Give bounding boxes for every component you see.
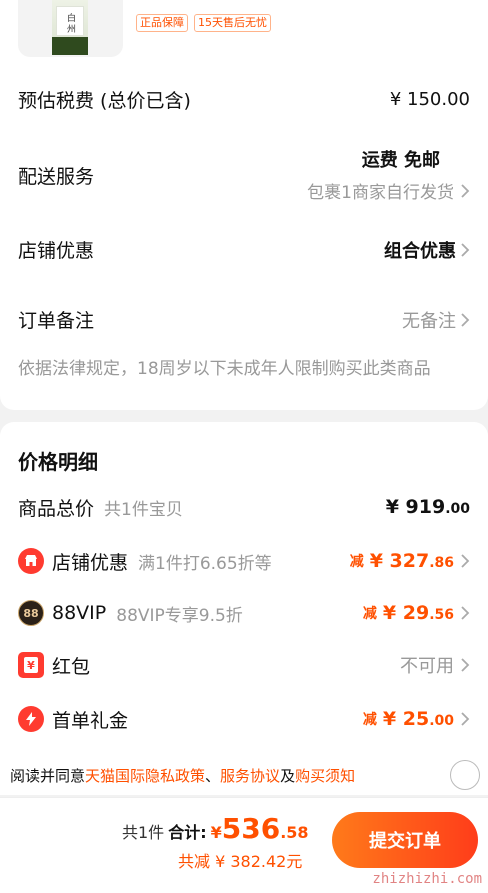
price-detail-title: 价格明细 <box>18 450 98 474</box>
shipping-fee: 运费 免邮 <box>361 150 440 171</box>
price-detail-card: 价格明细 商品总价 共1件宝贝 ¥ 919.00 店铺优惠 满1件打6.65折等… <box>0 422 488 762</box>
tag-authentic: 正品保障 <box>136 14 188 32</box>
store-discount-detail-row[interactable]: 店铺优惠 满1件打6.65折等 减 ¥ 327.86 <box>18 546 470 576</box>
submit-order-button[interactable]: 提交订单 <box>332 812 478 868</box>
first-order-gift-amount: ¥ 25.00 <box>382 708 454 730</box>
tax-value: ¥ 150.00 <box>389 89 470 110</box>
store-icon <box>18 548 44 574</box>
item-count: 共1件 <box>122 823 165 842</box>
lightning-icon <box>18 706 44 732</box>
hongbao-row[interactable]: ¥ 红包 不可用 <box>18 650 470 680</box>
privacy-policy-link[interactable]: 天猫国际隐私政策 <box>85 765 205 786</box>
store-discount-detail-label: 店铺优惠 <box>52 551 129 574</box>
goods-total-amount: ¥ 919.00 <box>385 496 470 518</box>
total-line: 共1件 合计: ¥536.58 <box>122 812 309 845</box>
bottle-image: 白州 <box>52 0 88 55</box>
chevron-right-icon <box>460 710 470 728</box>
total-amount: ¥536.58 <box>210 812 309 845</box>
goods-total-row: 商品总价 共1件宝贝 ¥ 919.00 <box>18 492 470 522</box>
agree-checkbox[interactable] <box>450 760 480 790</box>
remark-label: 订单备注 <box>18 310 95 332</box>
store-discount-amount: ¥ 327.86 <box>369 550 454 572</box>
hongbao-value: 不可用 <box>400 656 454 677</box>
chevron-right-icon <box>460 311 470 329</box>
chevron-right-icon <box>460 604 470 622</box>
order-info-card: 白州 正品保障 15天售后无忧 预估税费 (总价已含) ¥ 150.00 配送服… <box>0 0 488 410</box>
agreement-bar: 阅读并同意 天猫国际隐私政策、服务协议及购买须知 <box>0 755 488 795</box>
tax-row: 预估税费 (总价已含) ¥ 150.00 <box>18 86 470 113</box>
vip-discount-sub: 88VIP专享9.5折 <box>116 605 243 626</box>
vip-discount-label: 88VIP <box>52 602 107 624</box>
bottle-label-text: 白州 <box>67 14 77 35</box>
tag-after-sale: 15天售后无忧 <box>194 14 271 32</box>
store-discount-detail-sub: 满1件打6.65折等 <box>138 553 272 574</box>
goods-total-sub: 共1件宝贝 <box>104 499 183 520</box>
service-agreement-link[interactable]: 服务协议 <box>220 765 280 786</box>
total-label: 合计: <box>168 823 207 842</box>
store-discount-label: 店铺优惠 <box>18 240 95 262</box>
chevron-right-icon <box>460 552 470 570</box>
shipping-sub: 包裹1商家自行发货 <box>307 183 454 203</box>
goods-total-label: 商品总价 <box>18 497 95 520</box>
first-order-gift-row[interactable]: 首单礼金 减 ¥ 25.00 <box>18 704 470 734</box>
hongbao-icon: ¥ <box>18 652 44 678</box>
checkout-footer: 共1件 合计: ¥536.58 共减 ¥ 382.42元 提交订单 zhizhi… <box>0 797 488 893</box>
product-thumbnail[interactable]: 白州 <box>18 0 123 57</box>
chevron-right-icon <box>460 182 470 200</box>
chevron-right-icon <box>460 656 470 674</box>
store-discount-row[interactable]: 店铺优惠 组合优惠 <box>18 236 470 263</box>
remark-value: 无备注 <box>402 310 456 332</box>
remark-row[interactable]: 订单备注 无备注 <box>18 306 470 333</box>
vip-88-icon: 88 <box>18 600 44 626</box>
vip-discount-amount: ¥ 29.56 <box>382 602 454 624</box>
hongbao-label: 红包 <box>52 655 91 678</box>
purchase-notice-link[interactable]: 购买须知 <box>295 765 355 786</box>
chevron-right-icon <box>460 241 470 259</box>
total-saved: 共减 ¥ 382.42元 <box>178 852 303 871</box>
first-order-gift-label: 首单礼金 <box>52 709 129 732</box>
shipping-label: 配送服务 <box>18 166 95 188</box>
product-tags: 正品保障 15天售后无忧 <box>136 14 271 32</box>
tax-label: 预估税费 (总价已含) <box>18 90 191 112</box>
watermark: zhizhizhi.com <box>372 871 482 887</box>
shipping-detail[interactable]: 运费 免邮 包裹1商家自行发货 <box>307 146 470 203</box>
store-discount-value: 组合优惠 <box>384 240 456 262</box>
age-restriction-notice: 依据法律规定，18周岁以下未成年人限制购买此类商品 <box>18 359 431 379</box>
vip-discount-row[interactable]: 88 88VIP 88VIP专享9.5折 减 ¥ 29.56 <box>18 598 470 628</box>
